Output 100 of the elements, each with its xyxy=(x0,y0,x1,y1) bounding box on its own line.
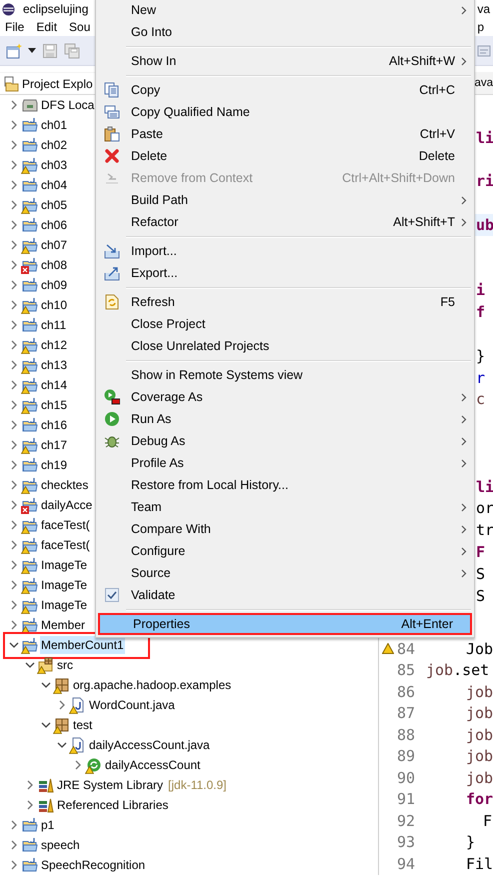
tree-item[interactable]: ch06 xyxy=(40,216,68,234)
chevron-right-icon[interactable] xyxy=(10,140,18,150)
chevron-down-icon[interactable] xyxy=(41,721,51,729)
chevron-right-icon[interactable] xyxy=(10,300,18,310)
menu-item[interactable]: Delete Delete xyxy=(98,145,472,167)
menu-item[interactable]: Close Unrelated Projects xyxy=(98,335,472,357)
tree-item[interactable]: org.apache.hadoop.examples xyxy=(72,676,232,694)
chevron-right-icon[interactable] xyxy=(10,600,18,610)
menu-item[interactable]: Properties Alt+Enter xyxy=(98,613,472,635)
tree-item[interactable]: JRE System Library xyxy=(56,776,164,794)
menu-item[interactable]: Configure xyxy=(98,540,472,562)
tree-item[interactable]: ch08 xyxy=(40,256,68,274)
menu-item[interactable]: Run As xyxy=(98,408,472,430)
menu-item[interactable]: Paste Ctrl+V xyxy=(98,123,472,145)
menu-item[interactable]: Refactor Alt+Shift+T xyxy=(98,211,472,233)
tree-item[interactable]: ch10 xyxy=(40,296,68,314)
caret-icon[interactable] xyxy=(28,48,36,53)
chevron-right-icon[interactable] xyxy=(10,280,18,290)
chevron-right-icon[interactable] xyxy=(10,420,18,430)
menu-item[interactable]: Show In Alt+Shift+W xyxy=(98,50,472,72)
chevron-right-icon[interactable] xyxy=(10,160,18,170)
menu-item[interactable]: Copy Ctrl+C xyxy=(98,79,472,101)
menu-item[interactable]: Profile As xyxy=(98,452,472,474)
tree-item[interactable]: ch13 xyxy=(40,356,68,374)
chevron-down-icon[interactable] xyxy=(9,641,19,649)
tree-item[interactable]: ch11 xyxy=(40,316,68,334)
chevron-right-icon[interactable] xyxy=(10,840,18,850)
chevron-down-icon[interactable] xyxy=(57,741,67,749)
chevron-right-icon[interactable] xyxy=(10,100,18,110)
menu-item[interactable]: Team xyxy=(98,496,472,518)
menu-item[interactable]: Source xyxy=(98,562,472,584)
save-all-icon[interactable] xyxy=(64,42,80,58)
chevron-right-icon[interactable] xyxy=(10,500,18,510)
menu-item[interactable]: Copy Qualified Name xyxy=(98,101,472,123)
chevron-right-icon[interactable] xyxy=(74,760,82,770)
chevron-down-icon[interactable] xyxy=(41,681,51,689)
tree-item[interactable]: ch16 xyxy=(40,416,68,434)
chevron-right-icon[interactable] xyxy=(10,480,18,490)
menu-item[interactable]: Go Into xyxy=(98,21,472,43)
chevron-right-icon[interactable] xyxy=(10,180,18,190)
tree-item[interactable]: src xyxy=(56,656,74,674)
menu-item[interactable]: Debug As xyxy=(98,430,472,452)
chevron-right-icon[interactable] xyxy=(10,460,18,470)
menu-item[interactable]: New xyxy=(98,0,472,21)
menu-item[interactable]: Restore from Local History... xyxy=(98,474,472,496)
tree-item[interactable]: ch07 xyxy=(40,236,68,254)
tree-item[interactable]: WordCount.java xyxy=(88,696,176,714)
tree-item[interactable]: ch12 xyxy=(40,336,68,354)
menu-item[interactable]: Compare With xyxy=(98,518,472,540)
tree-item[interactable]: ch05 xyxy=(40,196,68,214)
tree-item[interactable]: SpeechRecognition xyxy=(40,856,146,874)
tree-item[interactable]: faceTest( xyxy=(40,536,91,554)
tree-item[interactable]: ch01 xyxy=(40,116,68,134)
tree-item[interactable]: dailyAccessCount xyxy=(104,756,202,774)
chevron-right-icon[interactable] xyxy=(10,540,18,550)
tree-item[interactable]: ch14 xyxy=(40,376,68,394)
tree-item[interactable]: test xyxy=(72,716,94,734)
chevron-right-icon[interactable] xyxy=(26,800,34,810)
tree-item[interactable]: ch17 xyxy=(40,436,68,454)
chevron-right-icon[interactable] xyxy=(26,780,34,790)
editor-tab[interactable]: ava xyxy=(474,77,493,89)
chevron-right-icon[interactable] xyxy=(10,220,18,230)
view-tab[interactable]: Project Explo xyxy=(0,73,97,94)
tree-item[interactable]: checktes xyxy=(40,476,90,494)
chevron-right-icon[interactable] xyxy=(10,360,18,370)
chevron-right-icon[interactable] xyxy=(10,340,18,350)
tree-item[interactable]: Referenced Libraries xyxy=(56,796,170,814)
tree-item[interactable]: ch04 xyxy=(40,176,68,194)
chevron-right-icon[interactable] xyxy=(10,620,18,630)
menu-item[interactable]: Build Path xyxy=(98,189,472,211)
chevron-right-icon[interactable] xyxy=(10,820,18,830)
chevron-right-icon[interactable] xyxy=(10,260,18,270)
menu-item[interactable]: Refresh F5 xyxy=(98,291,472,313)
chevron-right-icon[interactable] xyxy=(10,240,18,250)
tree-item[interactable]: ch19 xyxy=(40,456,68,474)
tree-item[interactable]: ch15 xyxy=(40,396,68,414)
save-icon[interactable] xyxy=(42,42,58,58)
menu-item[interactable]: Show in Remote Systems view xyxy=(98,364,472,386)
chevron-right-icon[interactable] xyxy=(10,440,18,450)
chevron-right-icon[interactable] xyxy=(10,120,18,130)
tree-item[interactable]: p1 xyxy=(40,816,56,834)
chevron-right-icon[interactable] xyxy=(10,520,18,530)
menu-item[interactable]: Export... xyxy=(98,262,472,284)
tree-item[interactable]: dailyAcce xyxy=(40,496,94,514)
tree-item[interactable]: speech xyxy=(40,836,81,854)
chevron-down-icon[interactable] xyxy=(25,661,35,669)
menu-item[interactable]: Validate xyxy=(98,584,472,606)
chevron-right-icon[interactable] xyxy=(10,380,18,390)
tree-item[interactable]: DFS Loca xyxy=(40,96,96,114)
chevron-right-icon[interactable] xyxy=(10,200,18,210)
tree-item[interactable]: MemberCount1 xyxy=(40,636,125,654)
menu-bar-item[interactable]: File xyxy=(0,20,28,34)
tree-item[interactable]: dailyAccessCount.java xyxy=(88,736,211,754)
new-window-icon[interactable] xyxy=(6,42,22,58)
tree-item[interactable]: ImageTe xyxy=(40,556,88,574)
tree-item[interactable]: Member xyxy=(40,616,86,634)
tree-item[interactable]: ImageTe xyxy=(40,576,88,594)
menu-item[interactable]: Coverage As xyxy=(98,386,472,408)
menu-bar-item[interactable]: p xyxy=(474,20,490,34)
chevron-right-icon[interactable] xyxy=(10,400,18,410)
